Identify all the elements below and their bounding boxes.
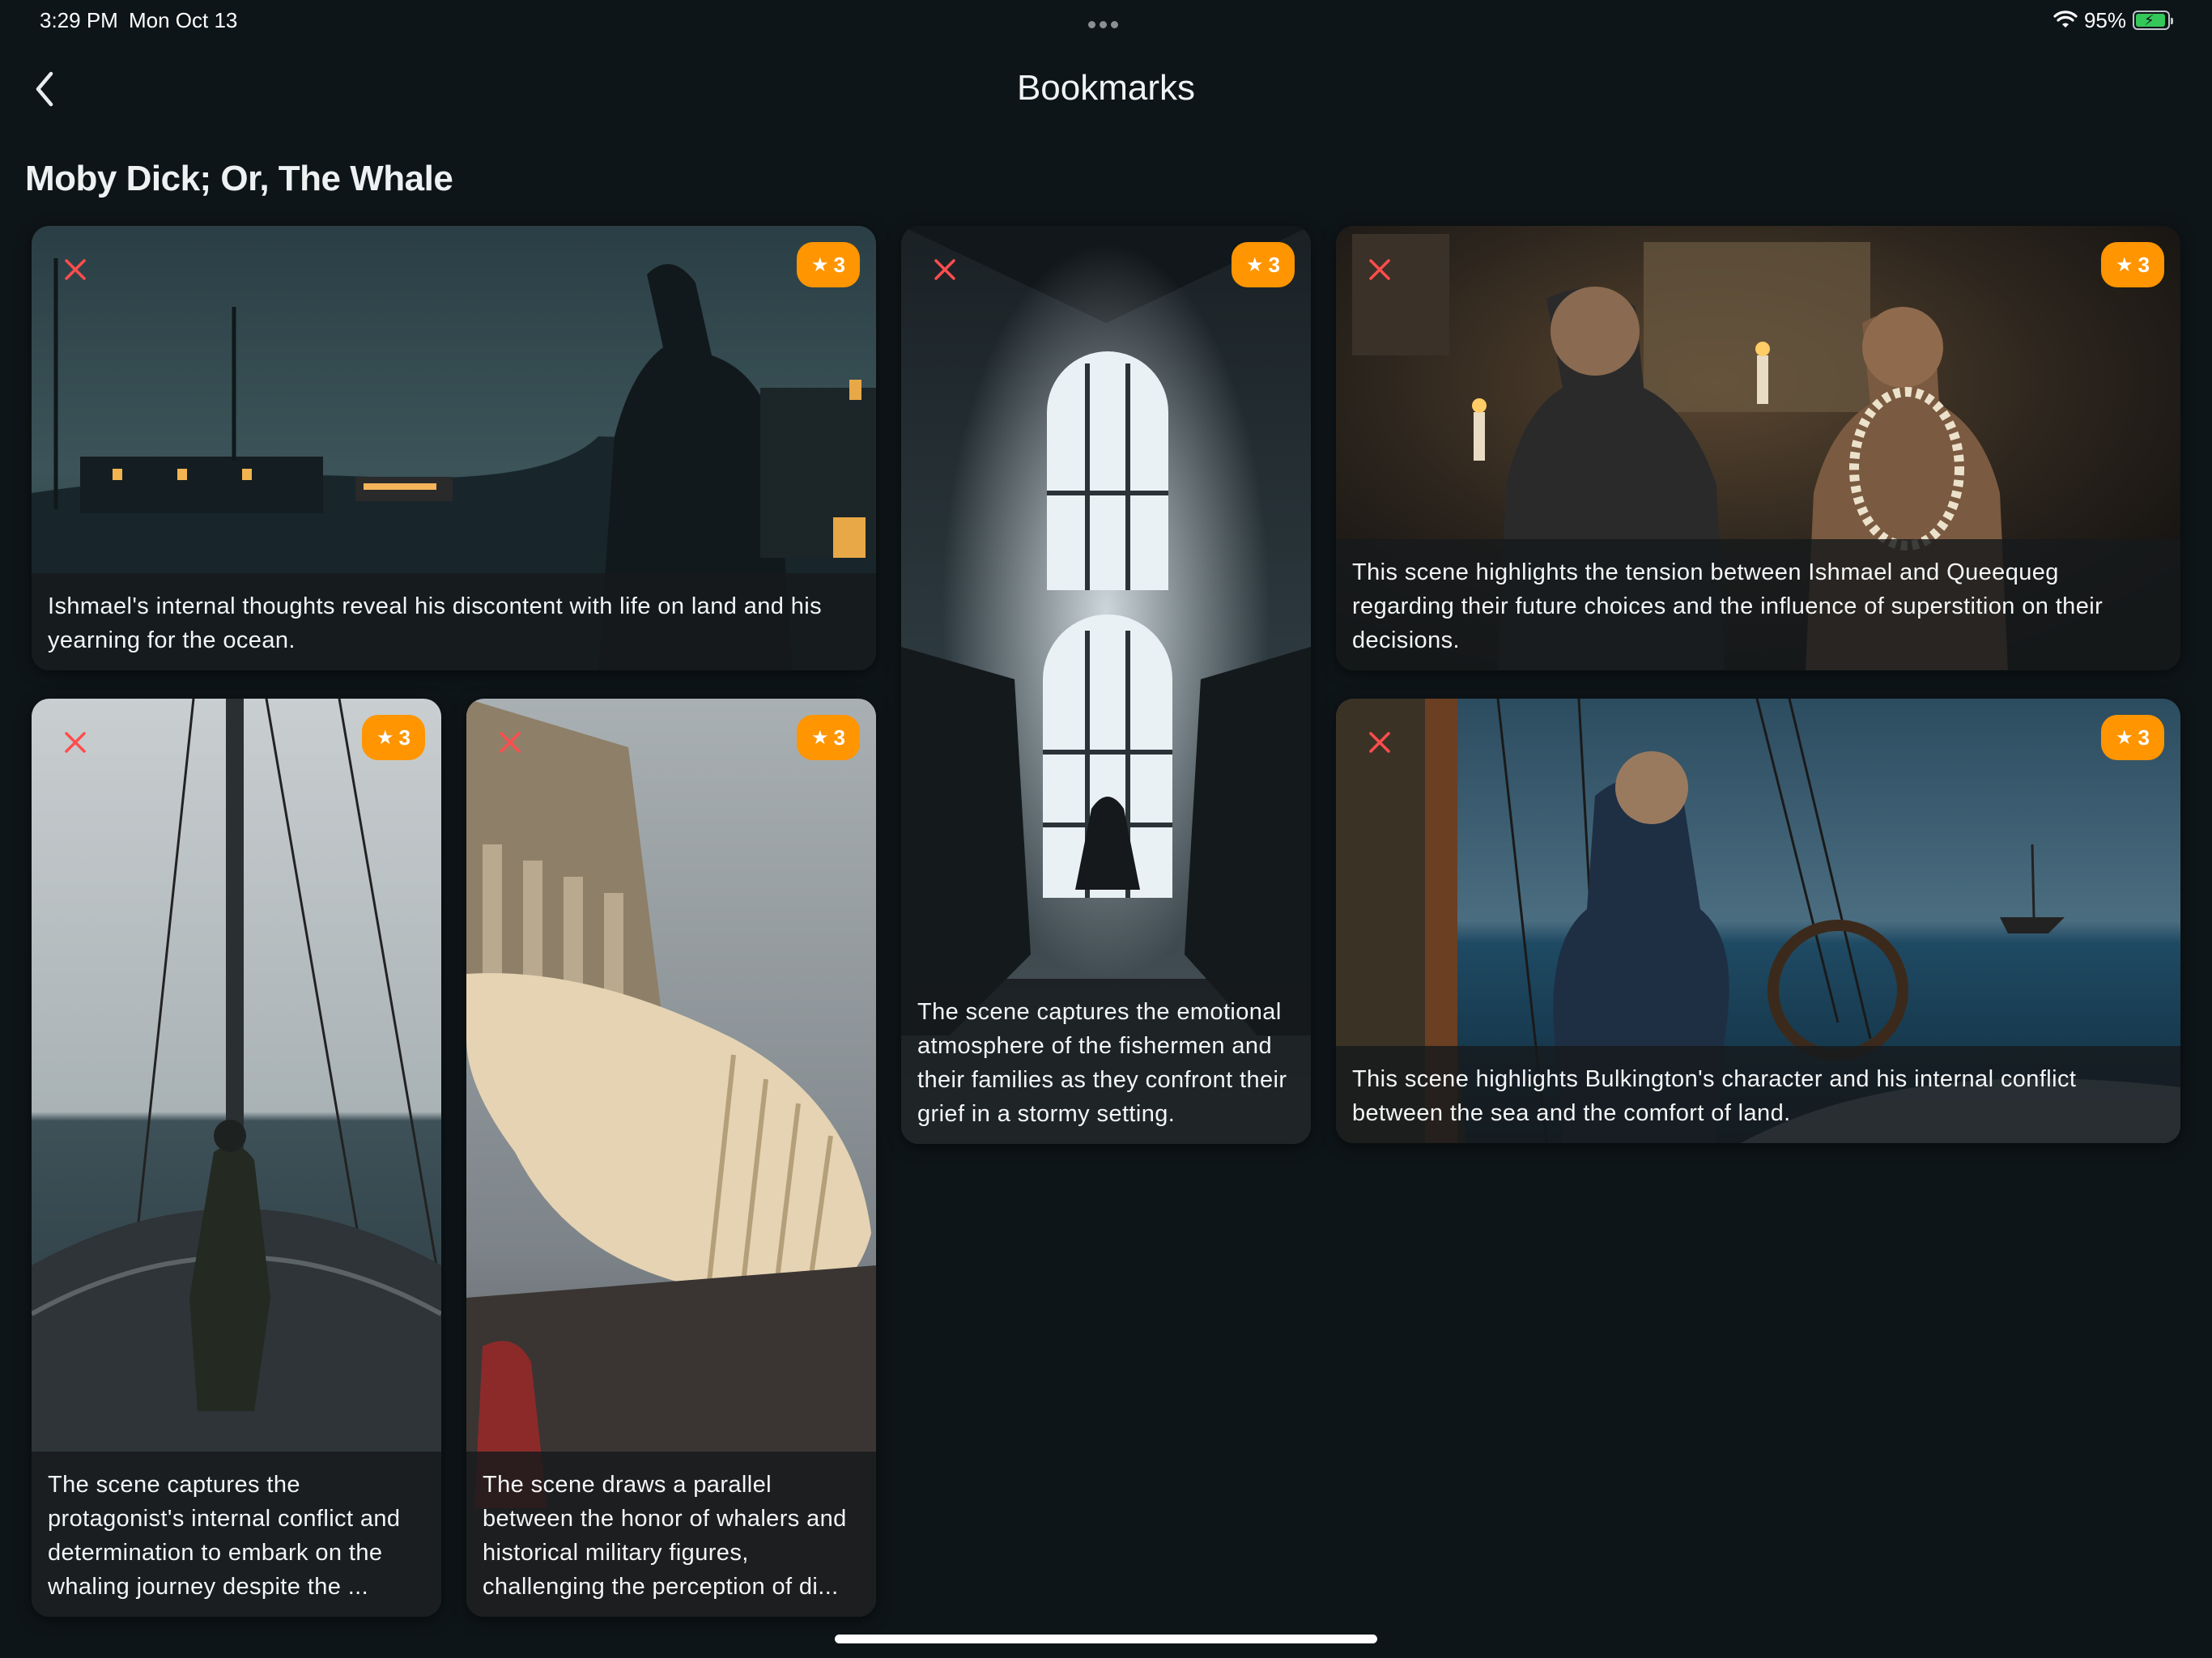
remove-bookmark-button[interactable] [57, 252, 93, 287]
card-caption: This scene highlights Bulkington's chara… [1336, 1046, 2180, 1143]
close-icon [934, 259, 955, 280]
card-caption: The scene captures the protagonist's int… [32, 1452, 441, 1617]
star-icon: ★ [811, 726, 829, 749]
page-title: Bookmarks [1016, 68, 1196, 108]
bookmark-card[interactable]: ★ 3 The scene captures the protagonist's … [32, 699, 441, 1617]
bookmark-card[interactable]: ★ 3 The scene draws a parallel between th… [466, 699, 876, 1617]
rating-badge[interactable]: ★ 3 [362, 715, 425, 760]
multitasking-dots-icon[interactable] [1088, 18, 1124, 28]
card-caption: The scene draws a parallel between the h… [466, 1452, 876, 1617]
rating-badge[interactable]: ★ 3 [1231, 242, 1295, 287]
remove-bookmark-button[interactable] [927, 252, 963, 287]
rating-badge[interactable]: ★ 3 [2101, 242, 2164, 287]
battery-percent: 95% [2083, 7, 2126, 32]
remove-bookmark-button[interactable] [57, 725, 93, 760]
wifi-icon [2053, 11, 2078, 28]
close-icon [1369, 732, 1390, 753]
remove-bookmark-button[interactable] [1362, 725, 1397, 760]
remove-bookmark-button[interactable] [1362, 252, 1397, 287]
close-icon [1369, 259, 1390, 280]
close-icon [65, 732, 86, 753]
rating-badge[interactable]: ★ 3 [797, 715, 860, 760]
status-date: Mon Oct 13 [129, 8, 238, 32]
close-icon [500, 732, 521, 753]
status-time: 3:29 PM [40, 8, 118, 32]
rating-badge[interactable]: ★ 3 [797, 242, 860, 287]
star-icon: ★ [1246, 253, 1264, 276]
star-icon: ★ [376, 726, 394, 749]
close-icon [65, 259, 86, 280]
status-bar: 3:29 PM Mon Oct 13 95% ⚡ [0, 0, 2212, 42]
battery-icon: ⚡ [2133, 11, 2173, 30]
bookmark-card[interactable]: ★ 3 This scene highlights the tension bet… [1336, 226, 2180, 670]
rating-badge[interactable]: ★ 3 [2101, 715, 2164, 760]
remove-bookmark-button[interactable] [492, 725, 528, 760]
card-caption: Ishmael's internal thoughts reveal his d… [32, 573, 876, 670]
rating-value: 3 [1268, 252, 1280, 277]
star-icon: ★ [811, 253, 829, 276]
star-icon: ★ [2116, 253, 2133, 276]
navigation-bar: Bookmarks [0, 57, 2212, 121]
book-title: Moby Dick; Or, The Whale [25, 159, 453, 198]
card-caption: This scene highlights the tension betwee… [1336, 539, 2180, 670]
status-right: 95% ⚡ [2053, 6, 2173, 34]
star-icon: ★ [2116, 726, 2133, 749]
rating-value: 3 [833, 725, 845, 750]
bookmark-card[interactable]: ★ 3 The scene captures the emotional atmo… [901, 226, 1311, 1144]
bookmark-card[interactable]: ★ 3 This scene highlights Bulkington's ch… [1336, 699, 2180, 1143]
rating-value: 3 [398, 725, 410, 750]
rating-value: 3 [2138, 725, 2150, 750]
rating-value: 3 [2138, 252, 2150, 277]
home-indicator[interactable] [835, 1635, 1377, 1643]
rating-value: 3 [833, 252, 845, 277]
card-caption: The scene captures the emotional atmosph… [901, 979, 1311, 1144]
bookmark-card[interactable]: ★ 3 Ishmael's internal thoughts reveal hi… [32, 226, 876, 670]
